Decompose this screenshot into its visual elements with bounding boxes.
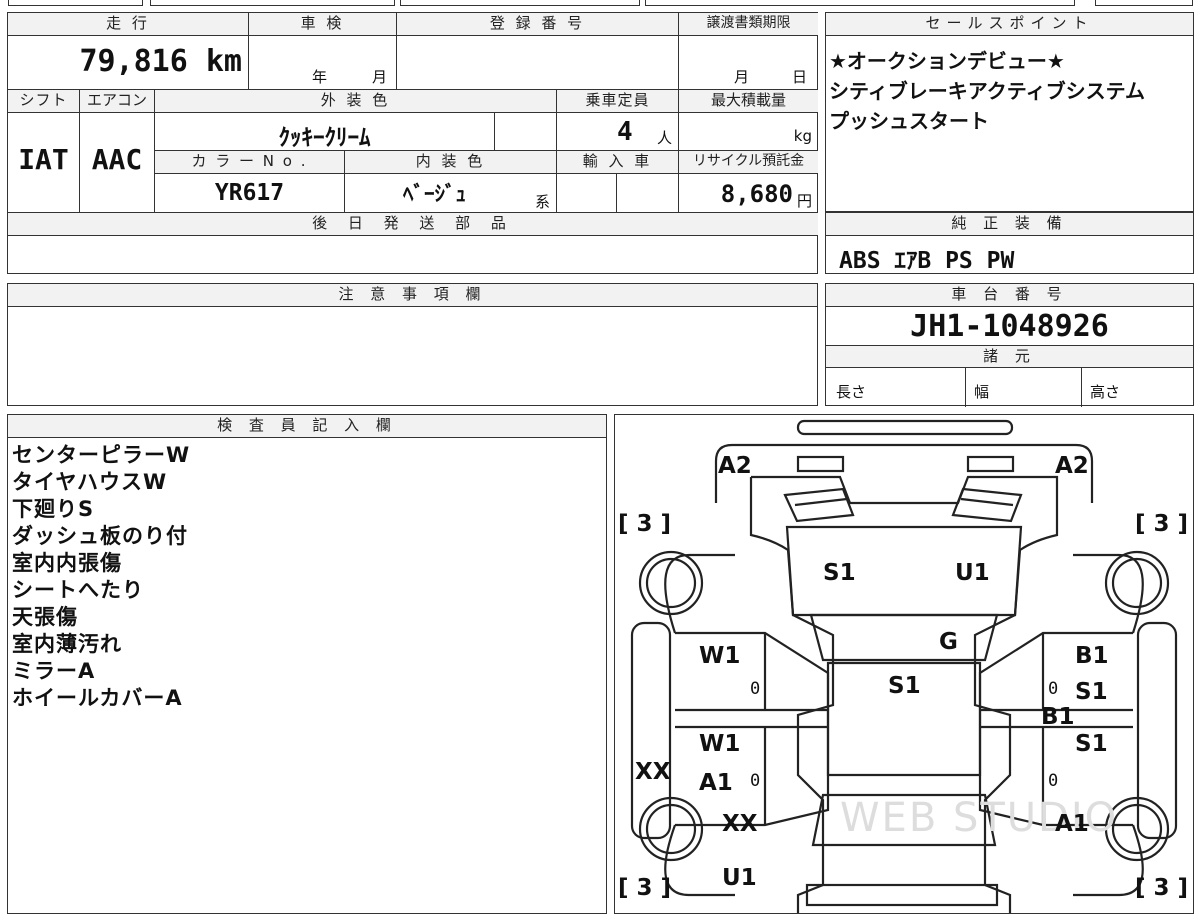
inspector-note: 天張傷 bbox=[12, 605, 78, 629]
inspector-note: 室内内張傷 bbox=[12, 551, 122, 575]
inspector-panel: 検 査 員 記 入 欄 センターピラーW タイヤハウスW 下廻りS ダッシュ板の… bbox=[7, 414, 607, 914]
inspector-notes: センターピラーW タイヤハウスW 下廻りS ダッシュ板のり付 室内内張傷 シート… bbox=[8, 438, 606, 712]
car-diagram-panel: WEB STUDIO [ 3 ] [ 3 ] [ 3 ] [ 3 ] A2 A2… bbox=[614, 414, 1194, 914]
import-label: 輸 入 車 bbox=[557, 151, 679, 174]
damage-right-rear: A1 bbox=[1055, 811, 1089, 837]
inspection-year-unit: 年 bbox=[312, 68, 328, 86]
damage-left-rear: XX bbox=[722, 811, 758, 837]
damage-hood-left: S1 bbox=[823, 560, 856, 586]
transfer-month-unit: 月 bbox=[734, 68, 750, 86]
damage-windshield: G bbox=[939, 629, 958, 655]
damage-right-pillar: B1 bbox=[1041, 704, 1075, 730]
exterior-color-value: ｸｯｷｰｸﾘｰﾑ bbox=[278, 125, 371, 151]
damage-roof: S1 bbox=[888, 673, 921, 699]
registration-label: 登 録 番 号 bbox=[397, 13, 679, 36]
sales-point-line: ★オークションデビュー★ bbox=[829, 49, 1065, 73]
inspector-note: ダッシュ板のり付 bbox=[12, 524, 188, 548]
zero-mark: 0 bbox=[1048, 771, 1059, 791]
inspector-note: シートへたり bbox=[12, 578, 144, 602]
width-label: 幅 bbox=[966, 368, 1082, 407]
zero-mark: 0 bbox=[1048, 679, 1059, 699]
ac-value: AAC bbox=[91, 143, 143, 176]
caution-label: 注 意 事 項 欄 bbox=[8, 284, 817, 307]
inspection-month-unit: 月 bbox=[372, 68, 388, 86]
sales-point-line: プッシュスタート bbox=[829, 109, 989, 133]
damage-rear: U1 bbox=[722, 865, 757, 891]
tire-mark-front-right: [ 3 ] bbox=[1135, 511, 1189, 537]
shift-value: IAT bbox=[18, 143, 69, 176]
mileage-value: 79,816 km bbox=[79, 44, 242, 79]
transfer-day-unit: 日 bbox=[792, 68, 808, 86]
damage-front-right: A2 bbox=[1055, 453, 1089, 479]
equipment-label: 純 正 装 備 bbox=[826, 213, 1193, 236]
top-strip bbox=[0, 0, 1200, 10]
damage-right-rear-door: S1 bbox=[1075, 731, 1108, 757]
vehicle-info-table: 走 行 車 検 登 録 番 号 譲渡書類期限 79,816 km 年 月 月 日… bbox=[7, 12, 818, 274]
transfer-label: 譲渡書類期限 bbox=[679, 13, 818, 36]
inspector-note: タイヤハウスW bbox=[12, 470, 168, 494]
damage-left-side: XX bbox=[635, 759, 671, 785]
interior-color-suffix: 系 bbox=[535, 193, 551, 211]
recycle-fee-unit: 円 bbox=[796, 192, 812, 210]
tire-mark-rear-left: [ 3 ] bbox=[618, 875, 672, 901]
zero-mark: 0 bbox=[750, 771, 761, 791]
damage-right-front-door: B1 bbox=[1075, 643, 1109, 669]
sales-points-label: セールスポイント bbox=[826, 13, 1193, 36]
inspector-note: ホイールカバーA bbox=[12, 686, 183, 710]
specs-label: 諸 元 bbox=[826, 346, 1193, 368]
inspector-note: 下廻りS bbox=[12, 497, 95, 521]
damage-front-left: A2 bbox=[718, 453, 752, 479]
exterior-color-label: 外 装 色 bbox=[155, 90, 557, 113]
damage-left-front-door: W1 bbox=[699, 643, 741, 669]
capacity-value: 4 bbox=[617, 117, 633, 147]
damage-right-front-door-2: S1 bbox=[1075, 679, 1108, 705]
max-load-label: 最大積載量 bbox=[679, 90, 818, 113]
inspector-label: 検 査 員 記 入 欄 bbox=[8, 415, 606, 438]
tire-mark-front-left: [ 3 ] bbox=[618, 511, 672, 537]
recycle-fee-value: 8,680 bbox=[720, 180, 793, 208]
registration-value bbox=[397, 36, 679, 90]
later-parts-label: 後 日 発 送 部 品 bbox=[8, 213, 818, 236]
inspector-note: 室内薄汚れ bbox=[12, 632, 122, 656]
sales-points-list: ★オークションデビュー★ シティブレーキアクティブシステム プッシュスタート bbox=[826, 36, 1193, 136]
zero-mark: 0 bbox=[750, 679, 761, 699]
inspection-label: 車 検 bbox=[249, 13, 397, 36]
mileage-label: 走 行 bbox=[8, 13, 249, 36]
tire-mark-rear-right: [ 3 ] bbox=[1135, 875, 1189, 901]
chassis-number: JH1-1048926 bbox=[826, 307, 1193, 346]
inspector-note: センターピラーW bbox=[12, 443, 191, 467]
damage-left-rear-door: W1 bbox=[699, 731, 741, 757]
damage-left-rear-door-2: A1 bbox=[699, 770, 733, 796]
color-no-value: YR617 bbox=[214, 180, 285, 206]
damage-hood-right: U1 bbox=[955, 560, 990, 586]
capacity-unit: 人 bbox=[657, 129, 673, 147]
shift-label: シフト bbox=[8, 90, 80, 113]
chassis-panel: 車 台 番 号 JH1-1048926 諸 元 長さ 幅 高さ bbox=[825, 283, 1194, 407]
sales-point-line: シティブレーキアクティブシステム bbox=[829, 79, 1145, 103]
height-label: 高さ bbox=[1090, 383, 1121, 401]
length-label: 長さ bbox=[826, 368, 966, 407]
equipment-panel: 純 正 装 備 ABS ｴｱB PS PW bbox=[825, 212, 1194, 274]
interior-color-label: 内 装 色 bbox=[345, 151, 557, 174]
recycle-label: リサイクル預託金 bbox=[679, 151, 818, 174]
capacity-label: 乗車定員 bbox=[557, 90, 679, 113]
equipment-value: ABS ｴｱB PS PW bbox=[839, 248, 1015, 274]
interior-color-value: ﾍﾞｰｼﾞｭ bbox=[403, 182, 466, 206]
chassis-label: 車 台 番 号 bbox=[826, 284, 1193, 307]
sales-points-panel: セールスポイント ★オークションデビュー★ シティブレーキアクティブシステム プ… bbox=[825, 12, 1194, 212]
ac-label: エアコン bbox=[80, 90, 155, 113]
color-no-label: カ ラ ー N o . bbox=[155, 151, 345, 174]
max-load-unit: kg bbox=[793, 127, 812, 145]
inspector-note: ミラーA bbox=[12, 659, 96, 683]
caution-panel: 注 意 事 項 欄 bbox=[7, 283, 818, 406]
